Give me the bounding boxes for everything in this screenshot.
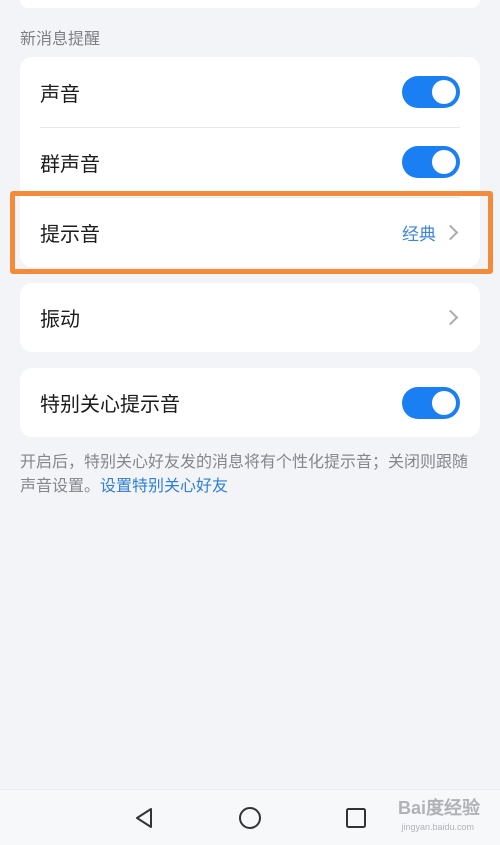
new-message-card: 声音 群声音 提示音 经典 <box>20 57 480 267</box>
chevron-right-icon <box>442 224 459 240</box>
recent-apps-square-icon[interactable] <box>342 804 370 832</box>
note-text: 开启后，特别关心好友发的消息将有个性化提示音；关闭则跟随声音设置。 <box>20 452 469 495</box>
home-circle-icon[interactable] <box>236 804 264 832</box>
row-sound-label: 声音 <box>40 81 80 106</box>
section-header: 新消息提醒 <box>20 29 101 48</box>
row-special-care-tone[interactable]: 特别关心提示音 <box>20 368 480 437</box>
sound-toggle[interactable] <box>402 76 460 108</box>
special-care-toggle[interactable] <box>402 386 460 419</box>
set-special-friends-link[interactable]: 设置特别关心好友 <box>100 476 228 495</box>
row-special-care-label: 特别关心提示音 <box>40 392 180 416</box>
row-group-sound-label: 群声音 <box>40 151 100 176</box>
row-sound[interactable]: 声音 <box>20 57 480 127</box>
row-vibration-label: 振动 <box>40 307 80 331</box>
chevron-right-icon <box>442 309 459 326</box>
watermark-logo: Bai度经验 <box>397 798 480 818</box>
toggle-knob <box>432 80 456 104</box>
notification-tone-value: 经典 <box>402 224 436 245</box>
watermark-url: jingyan.baidu.com <box>401 822 474 832</box>
row-vibration[interactable]: 振动 <box>20 283 480 352</box>
toggle-knob <box>432 150 456 174</box>
special-care-note: 开启后，特别关心好友发的消息将有个性化提示音；关闭则跟随声音设置。设置特别关心好… <box>20 450 482 498</box>
row-notification-tone[interactable]: 提示音 经典 <box>20 197 480 267</box>
previous-card-remnant <box>20 0 480 8</box>
vibration-card[interactable]: 振动 <box>20 283 480 352</box>
special-care-card: 特别关心提示音 <box>20 368 480 437</box>
back-triangle-icon[interactable] <box>130 804 158 832</box>
row-notification-tone-label: 提示音 <box>40 221 100 246</box>
row-group-sound[interactable]: 群声音 <box>20 127 480 197</box>
toggle-knob <box>432 390 456 415</box>
group-sound-toggle[interactable] <box>402 146 460 178</box>
